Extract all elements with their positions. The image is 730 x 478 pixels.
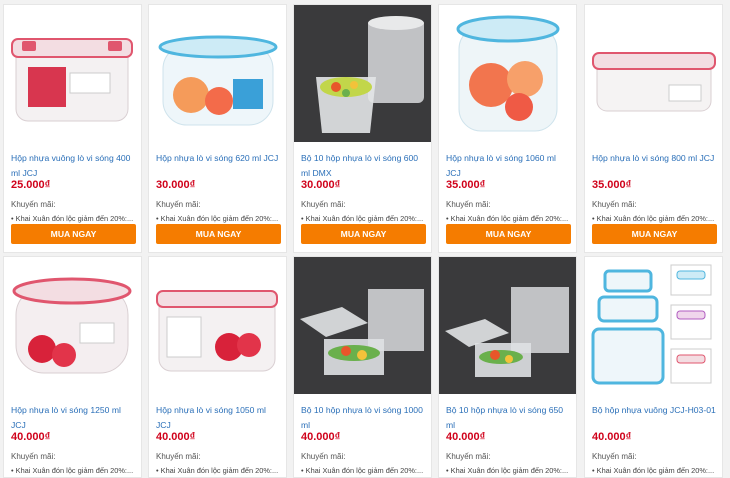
- promo-label: Khuyến mãi:: [11, 200, 56, 209]
- product-price: 40.000₫: [11, 431, 51, 443]
- buy-now-button[interactable]: MUA NGAY: [301, 224, 426, 244]
- product-price: 40.000₫: [446, 431, 486, 443]
- product-card[interactable]: Hộp nhựa vuông lò vi sóng 400 ml JCJ 25.…: [3, 4, 142, 253]
- product-price: 30.000₫: [301, 179, 341, 191]
- product-image[interactable]: [4, 5, 141, 142]
- promo-label: Khuyến mãi:: [592, 200, 637, 209]
- product-title[interactable]: Hộp nhựa lò vi sóng 1250 ml JCJ: [11, 403, 136, 433]
- promo-text: • Khai Xuân đón lộc giảm đến 20%:...: [446, 214, 569, 223]
- buy-now-button[interactable]: MUA NGAY: [156, 224, 281, 244]
- product-image[interactable]: [149, 5, 286, 142]
- product-image[interactable]: [4, 257, 141, 394]
- product-price: 40.000₫: [156, 431, 196, 443]
- product-price: 25.000₫: [11, 179, 51, 191]
- product-card[interactable]: Bộ 10 hộp nhựa lò vi sóng 600 ml DMX 30.…: [293, 4, 432, 253]
- product-price: 40.000₫: [592, 431, 632, 443]
- product-price: 35.000₫: [592, 179, 632, 191]
- promo-label: Khuyến mãi:: [156, 452, 201, 461]
- buy-now-button[interactable]: MUA NGAY: [592, 224, 717, 244]
- product-card[interactable]: Hộp nhựa lò vi sóng 1060 ml JCJ 35.000₫ …: [438, 4, 577, 253]
- product-title[interactable]: Hộp nhựa vuông lò vi sóng 400 ml JCJ: [11, 151, 136, 181]
- promo-label: Khuyến mãi:: [156, 200, 201, 209]
- product-image[interactable]: [439, 257, 576, 394]
- promo-label: Khuyến mãi:: [446, 200, 491, 209]
- product-title[interactable]: Hộp nhựa lò vi sóng 800 ml JCJ: [592, 151, 717, 166]
- product-card[interactable]: Bộ 10 hộp nhựa lò vi sóng 1000 ml 40.000…: [293, 256, 432, 478]
- product-title[interactable]: Bộ 10 hộp nhựa lò vi sóng 600 ml DMX: [301, 151, 426, 181]
- product-title[interactable]: Hộp nhựa lò vi sóng 620 ml JCJ: [156, 151, 281, 166]
- buy-now-button[interactable]: MUA NGAY: [446, 224, 571, 244]
- product-image[interactable]: [585, 257, 722, 394]
- promo-label: Khuyến mãi:: [301, 200, 346, 209]
- promo-text: • Khai Xuân đón lộc giảm đến 20%:...: [592, 214, 715, 223]
- promo-text: • Khai Xuân đón lộc giảm đến 20%:...: [301, 214, 424, 223]
- product-card[interactable]: Hộp nhựa lò vi sóng 1250 ml JCJ 40.000₫ …: [3, 256, 142, 478]
- product-image[interactable]: [294, 5, 431, 142]
- product-image[interactable]: [439, 5, 576, 142]
- promo-label: Khuyến mãi:: [11, 452, 56, 461]
- product-title[interactable]: Bộ hộp nhựa vuông JCJ-H03-01: [592, 403, 717, 418]
- buy-now-button[interactable]: MUA NGAY: [11, 224, 136, 244]
- product-title[interactable]: Hộp nhựa lò vi sóng 1060 ml JCJ: [446, 151, 571, 181]
- product-title[interactable]: Hộp nhựa lò vi sóng 1050 ml JCJ: [156, 403, 281, 433]
- product-title[interactable]: Bộ 10 hộp nhựa lò vi sóng 650 ml: [446, 403, 571, 433]
- product-card[interactable]: Bộ hộp nhựa vuông JCJ-H03-01 40.000₫ Khu…: [584, 256, 723, 478]
- promo-label: Khuyến mãi:: [446, 452, 491, 461]
- promo-text: • Khai Xuân đón lộc giảm đến 20%:...: [11, 214, 134, 223]
- product-card[interactable]: Hộp nhựa lò vi sóng 620 ml JCJ 30.000₫ K…: [148, 4, 287, 253]
- promo-label: Khuyến mãi:: [301, 452, 346, 461]
- product-image[interactable]: [149, 257, 286, 394]
- product-image[interactable]: [294, 257, 431, 394]
- product-title[interactable]: Bộ 10 hộp nhựa lò vi sóng 1000 ml: [301, 403, 426, 433]
- product-card[interactable]: Hộp nhựa lò vi sóng 800 ml JCJ 35.000₫ K…: [584, 4, 723, 253]
- product-price: 35.000₫: [446, 179, 486, 191]
- product-price: 30.000₫: [156, 179, 196, 191]
- product-price: 40.000₫: [301, 431, 341, 443]
- product-image[interactable]: [585, 5, 722, 142]
- product-card[interactable]: Hộp nhựa lò vi sóng 1050 ml JCJ 40.000₫ …: [148, 256, 287, 478]
- product-card[interactable]: Bộ 10 hộp nhựa lò vi sóng 650 ml 40.000₫…: [438, 256, 577, 478]
- promo-text: • Khai Xuân đón lộc giảm đến 20%:...: [156, 214, 279, 223]
- promo-label: Khuyến mãi:: [592, 452, 637, 461]
